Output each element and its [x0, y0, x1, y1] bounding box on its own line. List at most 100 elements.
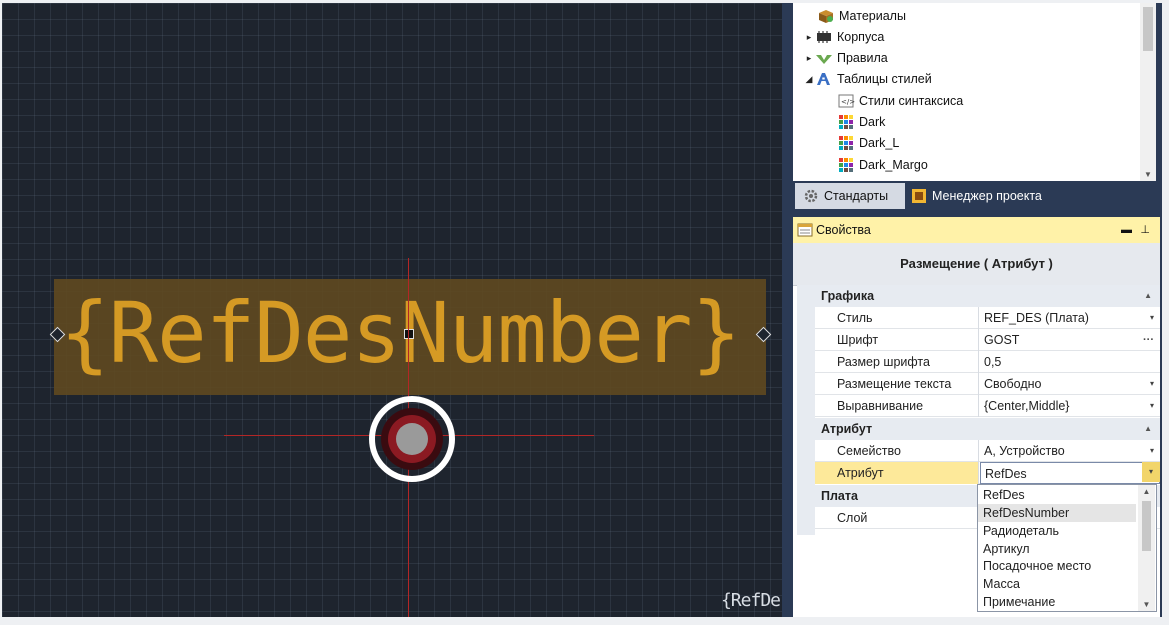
- materials-icon: [819, 10, 833, 23]
- property-name: Размещение текста: [815, 373, 979, 395]
- maximize-icon[interactable]: ▬: [1121, 217, 1132, 243]
- property-value[interactable]: 0,5: [980, 351, 1160, 373]
- tab-label: Менеджер проекта: [932, 189, 1042, 203]
- tab-standards[interactable]: Стандарты: [795, 183, 905, 209]
- property-name: Стиль: [815, 307, 979, 329]
- offscreen-refdes-label: {RefDe: [720, 590, 781, 611]
- tree-item-label: Dark: [859, 115, 886, 129]
- palette-icon: [839, 158, 853, 172]
- dropdown-option[interactable]: Артикул: [978, 540, 1136, 558]
- property-name: Атрибут: [815, 462, 979, 484]
- dropdown-arrow-icon[interactable]: ▾: [1150, 440, 1154, 462]
- attribute-dropdown-list[interactable]: RefDes RefDesNumber Радиодеталь Артикул …: [977, 484, 1157, 612]
- tree-scrollbar-thumb[interactable]: [1143, 7, 1153, 51]
- property-name: Семейство: [815, 440, 979, 462]
- dropdown-option[interactable]: RefDes: [978, 486, 1136, 504]
- property-name: Выравнивание: [815, 395, 979, 417]
- property-value[interactable]: {Center,Middle}: [980, 395, 1160, 417]
- ellipsis-button[interactable]: ···: [1143, 329, 1154, 351]
- project-manager-icon: [912, 189, 926, 203]
- tree-item-label: Таблицы стилей: [837, 72, 932, 86]
- property-name: Шрифт: [815, 329, 979, 351]
- dropdown-arrow-icon[interactable]: ▾: [1150, 395, 1154, 417]
- properties-grid-container: Размещение ( Атрибут ) Графика ▲ Стиль R…: [793, 243, 1160, 617]
- tree-item-syntax-styles[interactable]: </> Стили синтаксиса: [837, 91, 963, 111]
- dropdown-option[interactable]: Радиодеталь: [978, 522, 1136, 540]
- gear-icon: [804, 189, 818, 203]
- collapse-icon[interactable]: ▲: [1144, 418, 1152, 440]
- syntax-style-icon: </>: [838, 94, 855, 108]
- tree-item-dark-margo[interactable]: Dark_Margo: [837, 155, 928, 175]
- category-label: Атрибут: [821, 422, 873, 436]
- property-value[interactable]: REF_DES (Плата): [980, 307, 1160, 329]
- property-row-style[interactable]: Стиль REF_DES (Плата) ▾: [815, 307, 1160, 329]
- property-row-font-size[interactable]: Размер шрифта 0,5: [815, 351, 1160, 373]
- tree-item-rules[interactable]: ▸ Правила: [803, 48, 888, 68]
- tree-item-label: Стили синтаксиса: [859, 94, 964, 108]
- package-icon: [817, 31, 831, 43]
- tree-item-label: Dark_Margo: [859, 158, 928, 172]
- property-row-text-placement[interactable]: Размещение текста Свободно ▾: [815, 373, 1160, 395]
- properties-object-title: Размещение ( Атрибут ): [793, 243, 1160, 286]
- property-name: Слой: [815, 507, 979, 529]
- property-value[interactable]: GOST: [980, 329, 1160, 351]
- properties-panel-header: Свойства ▬ ⊥: [793, 217, 1160, 243]
- collapse-icon[interactable]: ▲: [1144, 285, 1152, 307]
- tab-project-manager[interactable]: Менеджер проекта: [907, 183, 1067, 209]
- property-value[interactable]: Свободно: [980, 373, 1160, 395]
- tree-item-packages[interactable]: ▸ Корпуса: [803, 27, 885, 47]
- design-canvas[interactable]: {RefDesNumber} {RefDe: [2, 3, 782, 617]
- tree-scrollbar[interactable]: ▼: [1140, 3, 1156, 181]
- property-row-attribute[interactable]: Атрибут RefDes ▾: [815, 462, 1160, 484]
- dropdown-arrow-icon[interactable]: ▾: [1142, 462, 1160, 482]
- dropdown-option[interactable]: Примечание: [978, 593, 1136, 611]
- category-label: Плата: [821, 489, 858, 503]
- scroll-up-arrow-icon[interactable]: ▲: [1138, 487, 1155, 496]
- scroll-down-arrow-icon[interactable]: ▼: [1140, 170, 1156, 179]
- palette-icon: [839, 136, 853, 150]
- dropdown-scrollbar[interactable]: ▲ ▼: [1138, 485, 1155, 611]
- scroll-down-arrow-icon[interactable]: ▼: [1138, 600, 1155, 609]
- dropdown-option[interactable]: Масса: [978, 575, 1136, 593]
- properties-icon: [797, 223, 813, 237]
- pin-icon[interactable]: ⊥: [1140, 217, 1150, 243]
- panel-splitter[interactable]: [782, 3, 793, 617]
- property-row-font[interactable]: Шрифт GOST ···: [815, 329, 1160, 351]
- component-pad[interactable]: [368, 395, 456, 483]
- dropdown-scrollbar-thumb[interactable]: [1142, 501, 1151, 551]
- dropdown-arrow-icon[interactable]: ▾: [1150, 373, 1154, 395]
- property-row-family[interactable]: Семейство А, Устройство ▾: [815, 440, 1160, 462]
- tree-item-stylesheets[interactable]: ◢ Таблицы стилей: [803, 69, 932, 89]
- tree-item-dark-l[interactable]: Dark_L: [837, 133, 899, 153]
- properties-header-label: Свойства: [816, 223, 871, 237]
- tree-expander[interactable]: ◢: [803, 69, 815, 89]
- dropdown-option[interactable]: Посадочное место: [978, 557, 1136, 575]
- property-row-alignment[interactable]: Выравнивание {Center,Middle} ▾: [815, 395, 1160, 417]
- tab-label: Стандарты: [824, 189, 889, 203]
- tree-expander[interactable]: ▸: [803, 27, 815, 47]
- tree-item-materials[interactable]: Материалы: [805, 6, 906, 26]
- tree-item-dark[interactable]: Dark: [837, 112, 885, 132]
- dropdown-option-highlighted[interactable]: RefDesNumber: [978, 504, 1136, 522]
- tree-item-label: Материалы: [839, 9, 906, 23]
- category-graphics[interactable]: Графика ▲: [815, 285, 1160, 307]
- tree-expander[interactable]: ▸: [803, 48, 815, 68]
- attribute-select[interactable]: RefDes: [980, 462, 1160, 484]
- right-dock-panel: Материалы ▸ Корпуса ▸ Правила ◢ Таблицы …: [793, 3, 1162, 617]
- tree-item-label: Корпуса: [837, 30, 885, 44]
- standards-tree[interactable]: Материалы ▸ Корпуса ▸ Правила ◢ Таблицы …: [793, 3, 1156, 181]
- category-attribute[interactable]: Атрибут ▲: [815, 418, 1160, 440]
- rules-icon: [816, 55, 832, 64]
- stylesheet-icon: [817, 73, 830, 85]
- tree-item-label: Правила: [837, 51, 888, 65]
- dropdown-arrow-icon[interactable]: ▾: [1150, 307, 1154, 329]
- svg-text:</>: </>: [841, 98, 855, 106]
- center-move-handle[interactable]: [404, 329, 414, 339]
- tree-item-label: Dark_L: [859, 136, 900, 150]
- palette-icon: [839, 115, 853, 129]
- refdes-attribute-text[interactable]: {RefDesNumber}: [60, 273, 746, 393]
- category-label: Графика: [821, 289, 875, 303]
- property-name: Размер шрифта: [815, 351, 979, 373]
- grid-gutter: [797, 285, 815, 535]
- property-value[interactable]: А, Устройство: [980, 440, 1160, 462]
